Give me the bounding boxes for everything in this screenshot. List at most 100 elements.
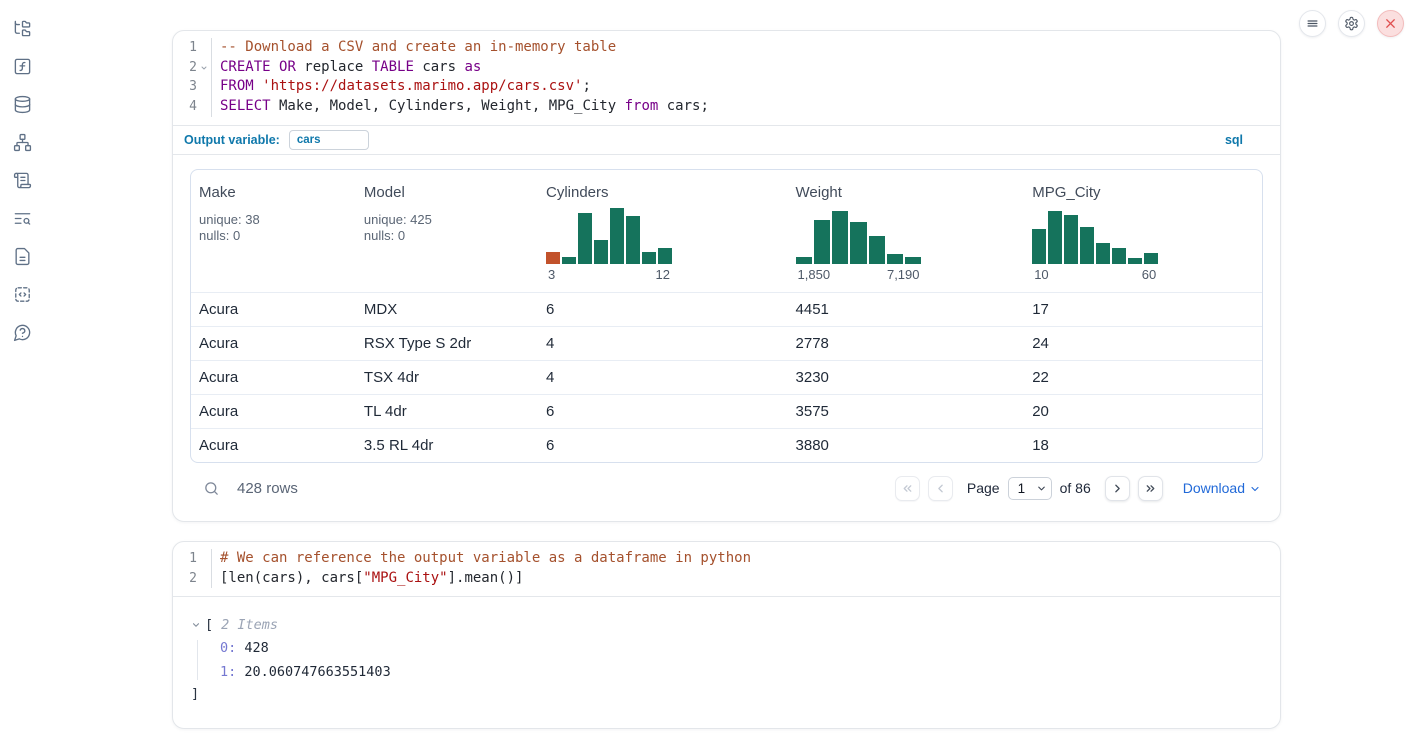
file-explorer-icon[interactable] — [10, 16, 34, 40]
code-line: 1# We can reference the output variable … — [173, 549, 1280, 569]
table-cell: 17 — [1024, 292, 1262, 326]
histogram-bar — [905, 257, 921, 264]
table-row[interactable]: Acura3.5 RL 4dr6388018 — [191, 428, 1262, 462]
table-cell: MDX — [356, 292, 538, 326]
last-page-button[interactable] — [1138, 476, 1163, 501]
column-header-make[interactable]: Makeunique: 38nulls: 0 — [191, 170, 356, 293]
logs-icon[interactable] — [10, 206, 34, 230]
column-header-mpg_city[interactable]: MPG_City1060 — [1024, 170, 1262, 293]
line-number: 1 — [173, 38, 197, 58]
tree-entries: 0: 4281: 20.060747663551403 — [197, 640, 1262, 680]
close-icon — [1383, 16, 1398, 31]
table-cell: TSX 4dr — [356, 360, 538, 394]
python-code-editor[interactable]: 1# We can reference the output variable … — [173, 542, 1280, 596]
left-sidebar — [0, 0, 44, 344]
histogram-axis: 1060 — [1032, 267, 1158, 282]
histogram-bar — [1096, 243, 1110, 264]
page-select[interactable]: 1 — [1008, 477, 1052, 500]
histogram-bar — [610, 208, 624, 264]
close-bracket: ] — [191, 686, 1262, 702]
top-actions — [1299, 10, 1404, 37]
histogram-bar — [594, 240, 608, 264]
output-variable-bar: Output variable: sql — [173, 125, 1280, 155]
line-number: 2 — [173, 569, 197, 589]
table-row[interactable]: AcuraRSX Type S 2dr4277824 — [191, 326, 1262, 360]
fold-spacer — [197, 77, 211, 97]
sql-cell-output: Makeunique: 38nulls: 0Modelunique: 425nu… — [173, 155, 1280, 521]
histogram-axis: 1,8507,190 — [796, 267, 922, 282]
settings-button[interactable] — [1338, 10, 1365, 37]
table-cell: 4 — [538, 360, 788, 394]
code-line: 2CREATE OR replace TABLE cars as — [173, 58, 1280, 78]
table-cell: 2778 — [788, 326, 1025, 360]
dependency-graph-icon[interactable] — [10, 130, 34, 154]
chevron-down-icon — [1249, 483, 1261, 495]
table-cell: 6 — [538, 428, 788, 462]
histogram-bar — [1144, 253, 1158, 264]
column-header-cylinders[interactable]: Cylinders312 — [538, 170, 788, 293]
code-line: 4SELECT Make, Model, Cylinders, Weight, … — [173, 97, 1280, 117]
chevron-right-icon — [1111, 482, 1124, 495]
histogram-bar — [1048, 211, 1062, 264]
items-count: 2 Items — [221, 617, 278, 633]
histogram-bar — [796, 257, 812, 264]
column-histogram: 312 — [546, 208, 672, 282]
python-cell-output: [ 2 Items 0: 4281: 20.060747663551403 ] — [173, 596, 1280, 728]
download-button[interactable]: Download — [1183, 480, 1261, 496]
open-bracket: [ — [205, 617, 213, 633]
code-text: FROM 'https://datasets.marimo.app/cars.c… — [211, 77, 1280, 97]
datasources-icon[interactable] — [10, 92, 34, 116]
menu-button[interactable] — [1299, 10, 1326, 37]
chevron-left-icon — [934, 482, 947, 495]
line-number: 1 — [173, 549, 197, 569]
table-row[interactable]: AcuraMDX6445117 — [191, 292, 1262, 326]
pagination: Page 1 of 86 Download — [895, 476, 1261, 501]
fold-spacer — [197, 549, 211, 569]
line-number: 3 — [173, 77, 197, 97]
line-number: 2 — [173, 58, 197, 78]
sql-code-editor[interactable]: 1-- Download a CSV and create an in-memo… — [173, 31, 1280, 125]
chevrons-right-icon — [1144, 482, 1157, 495]
python-cell: 1# We can reference the output variable … — [172, 541, 1281, 729]
table-cell: 6 — [538, 394, 788, 428]
documentation-icon[interactable] — [10, 244, 34, 268]
table-row[interactable]: AcuraTL 4dr6357520 — [191, 394, 1262, 428]
help-icon[interactable] — [10, 320, 34, 344]
list-item: 0: 428 — [220, 640, 1262, 656]
histogram-bar — [562, 257, 576, 264]
gear-icon — [1344, 16, 1359, 31]
code-line: 2[len(cars), cars["MPG_City"].mean()] — [173, 569, 1280, 589]
table-cell: Acura — [191, 428, 356, 462]
collapse-icon[interactable] — [191, 620, 202, 630]
shutdown-button[interactable] — [1377, 10, 1404, 37]
table-cell: RSX Type S 2dr — [356, 326, 538, 360]
notebook: 1-- Download a CSV and create an in-memo… — [172, 30, 1281, 748]
first-page-button[interactable] — [895, 476, 920, 501]
code-text: SELECT Make, Model, Cylinders, Weight, M… — [211, 97, 1280, 117]
histogram-bars — [1032, 208, 1158, 264]
histogram-bar — [887, 254, 903, 264]
next-page-button[interactable] — [1105, 476, 1130, 501]
table-cell: TL 4dr — [356, 394, 538, 428]
table-cell: 3575 — [788, 394, 1025, 428]
helper-functions-icon[interactable] — [10, 54, 34, 78]
column-stats: unique: 425nulls: 0 — [364, 212, 530, 245]
histogram-bar — [1032, 229, 1046, 264]
histogram-bar — [658, 248, 672, 264]
histogram-bar — [869, 236, 885, 264]
prev-page-button[interactable] — [928, 476, 953, 501]
fold-icon[interactable] — [197, 58, 211, 78]
histogram-bar — [850, 222, 866, 264]
column-header-weight[interactable]: Weight1,8507,190 — [788, 170, 1025, 293]
column-histogram: 1,8507,190 — [796, 208, 922, 282]
scratchpad-icon[interactable] — [10, 168, 34, 192]
column-header-model[interactable]: Modelunique: 425nulls: 0 — [356, 170, 538, 293]
search-icon[interactable] — [201, 478, 221, 498]
histogram-bar — [832, 211, 848, 264]
table-row[interactable]: AcuraTSX 4dr4323022 — [191, 360, 1262, 394]
output-variable-input[interactable] — [289, 130, 369, 150]
table-cell: 3880 — [788, 428, 1025, 462]
snippets-icon[interactable] — [10, 282, 34, 306]
histogram-axis: 312 — [546, 267, 672, 282]
histogram-bar — [814, 220, 830, 264]
